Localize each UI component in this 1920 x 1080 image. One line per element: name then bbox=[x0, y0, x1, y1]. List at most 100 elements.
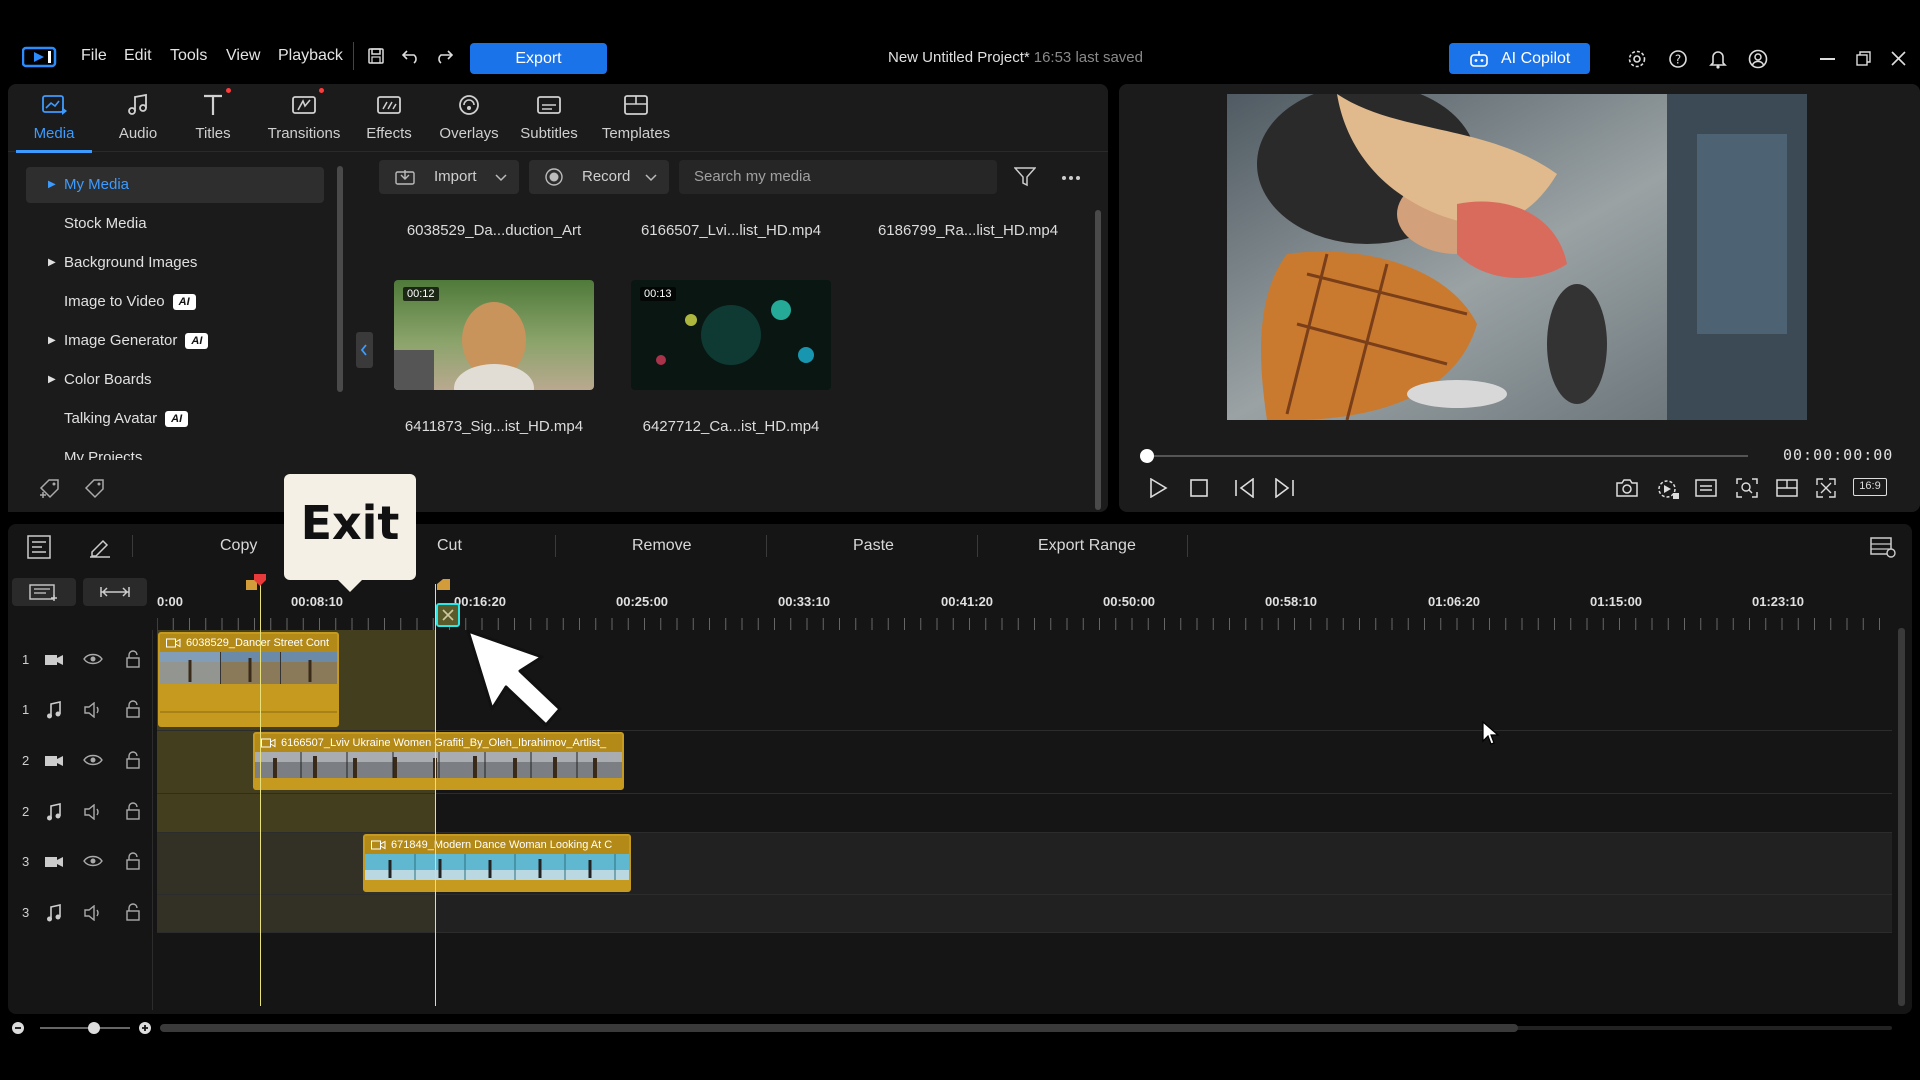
play-icon[interactable] bbox=[1148, 478, 1168, 498]
menu-tools[interactable]: Tools bbox=[170, 47, 207, 65]
lock-icon[interactable] bbox=[125, 852, 141, 870]
track-header-video-2: 2 bbox=[12, 741, 152, 781]
menu-playback[interactable]: Playback bbox=[278, 47, 343, 65]
media-file-name[interactable]: 6038529_Da...duction_Art bbox=[394, 222, 594, 239]
tree-item-talking-avatar[interactable]: Talking Avatar AI bbox=[26, 401, 324, 437]
timeline-vertical-scrollbar[interactable] bbox=[1898, 628, 1905, 1006]
snapshot-camera-icon[interactable] bbox=[1615, 478, 1639, 498]
previous-frame-icon[interactable] bbox=[1233, 478, 1255, 498]
undo-icon[interactable] bbox=[401, 48, 421, 64]
range-end-marker[interactable] bbox=[436, 578, 452, 592]
tree-item-stock-media[interactable]: Stock Media bbox=[26, 206, 324, 242]
tree-item-my-media[interactable]: ▶ My Media bbox=[26, 167, 324, 203]
redo-icon[interactable] bbox=[434, 48, 454, 64]
media-file-name[interactable]: 6411873_Sig...ist_HD.mp4 bbox=[394, 418, 594, 435]
add-track-button[interactable] bbox=[12, 578, 76, 606]
export-button[interactable]: Export bbox=[470, 43, 607, 74]
media-scrollbar[interactable] bbox=[1095, 210, 1101, 510]
tab-subtitles[interactable]: Subtitles bbox=[511, 84, 587, 152]
cut-button[interactable]: Cut bbox=[437, 537, 462, 555]
zoom-out-icon[interactable] bbox=[11, 1021, 25, 1035]
tree-item-color-boards[interactable]: ▶ Color Boards bbox=[26, 362, 324, 398]
restore-icon[interactable] bbox=[1856, 51, 1871, 66]
preview-scrubber-knob[interactable] bbox=[1140, 449, 1154, 463]
playhead-handle[interactable] bbox=[252, 572, 268, 588]
video-clip[interactable]: 671849_Modern Dance Woman Looking At C bbox=[363, 834, 631, 892]
lock-icon[interactable] bbox=[125, 751, 141, 769]
menu-view[interactable]: View bbox=[226, 47, 260, 65]
timeline-horizontal-scrollbar[interactable] bbox=[160, 1024, 1518, 1032]
aspect-ratio-button[interactable]: 16:9 bbox=[1853, 478, 1887, 496]
speaker-icon[interactable] bbox=[83, 804, 103, 820]
minimize-icon[interactable] bbox=[1820, 58, 1835, 60]
menu-edit[interactable]: Edit bbox=[124, 47, 152, 65]
subtitles-toggle-icon[interactable] bbox=[1695, 479, 1717, 497]
tab-effects[interactable]: Effects bbox=[351, 84, 427, 152]
lock-icon[interactable] bbox=[125, 650, 141, 668]
zoom-in-icon[interactable] bbox=[138, 1021, 152, 1035]
record-button[interactable]: Record bbox=[529, 160, 669, 194]
speaker-icon[interactable] bbox=[83, 905, 103, 921]
import-button[interactable]: Import bbox=[379, 160, 519, 194]
tree-item-background-images[interactable]: ▶ Background Images bbox=[26, 245, 324, 281]
help-icon[interactable]: ? bbox=[1668, 49, 1688, 69]
zoom-slider-knob[interactable] bbox=[88, 1022, 100, 1034]
lock-icon[interactable] bbox=[125, 802, 141, 820]
tree-item-image-generator[interactable]: ▶ Image Generator AI bbox=[26, 323, 324, 359]
eye-icon[interactable] bbox=[83, 854, 103, 868]
collapse-tree-button[interactable] bbox=[356, 332, 373, 368]
tree-scrollbar[interactable] bbox=[337, 166, 343, 392]
lock-icon[interactable] bbox=[125, 700, 141, 718]
tab-audio[interactable]: Audio bbox=[100, 84, 176, 152]
eye-icon[interactable] bbox=[83, 652, 103, 666]
media-file-name[interactable]: 6166507_Lvi...list_HD.mp4 bbox=[631, 222, 831, 239]
tab-templates[interactable]: Templates bbox=[593, 84, 679, 152]
tab-overlays[interactable]: Overlays bbox=[431, 84, 507, 152]
menu-file[interactable]: File bbox=[81, 47, 107, 65]
preview-scrubber-track[interactable] bbox=[1146, 455, 1748, 457]
paste-button[interactable]: Paste bbox=[853, 537, 894, 555]
lock-icon[interactable] bbox=[125, 903, 141, 921]
speaker-icon[interactable] bbox=[83, 702, 103, 718]
tree-item-image-to-video[interactable]: Image to Video AI bbox=[26, 284, 324, 320]
edit-tag-icon[interactable] bbox=[83, 477, 109, 499]
add-tag-icon[interactable] bbox=[38, 477, 64, 499]
timeline-view-icon[interactable] bbox=[27, 535, 51, 559]
settings-gear-icon[interactable] bbox=[1627, 49, 1647, 69]
bell-icon[interactable] bbox=[1709, 49, 1727, 69]
video-clip[interactable]: 6038529_Dancer Street Cont bbox=[158, 632, 339, 727]
ruler-label: 01:23:10 bbox=[1752, 594, 1805, 609]
stop-icon[interactable] bbox=[1190, 479, 1208, 497]
more-options-icon[interactable] bbox=[1061, 175, 1081, 181]
playhead-line[interactable] bbox=[260, 584, 261, 1006]
close-icon[interactable] bbox=[1891, 51, 1906, 66]
media-thumbnail[interactable]: 00:13 bbox=[631, 280, 831, 390]
range-end-line[interactable] bbox=[435, 584, 436, 1006]
filter-icon[interactable] bbox=[1014, 167, 1036, 187]
remove-button[interactable]: Remove bbox=[632, 537, 692, 555]
range-end-handle[interactable] bbox=[436, 603, 460, 627]
account-icon[interactable] bbox=[1748, 49, 1768, 69]
tab-titles[interactable]: Titles bbox=[175, 84, 251, 152]
save-icon[interactable] bbox=[367, 47, 385, 65]
pen-edit-icon[interactable] bbox=[88, 536, 112, 558]
ai-copilot-button[interactable]: AI Copilot bbox=[1449, 43, 1590, 74]
tab-media[interactable]: Media bbox=[16, 84, 92, 153]
media-file-name[interactable]: 6186799_Ra...list_HD.mp4 bbox=[868, 222, 1068, 239]
export-range-button[interactable]: Export Range bbox=[1038, 537, 1136, 555]
copy-button[interactable]: Copy bbox=[220, 537, 257, 555]
playback-settings-icon[interactable] bbox=[1656, 478, 1680, 500]
fullscreen-icon[interactable] bbox=[1816, 478, 1836, 498]
search-input[interactable]: Search my media bbox=[679, 160, 997, 194]
fit-timeline-button[interactable] bbox=[83, 578, 147, 606]
next-frame-icon[interactable] bbox=[1274, 478, 1296, 498]
split-view-icon[interactable] bbox=[1776, 479, 1798, 497]
zoom-slider-track[interactable] bbox=[40, 1027, 130, 1029]
media-thumbnail[interactable]: 00:12 bbox=[394, 280, 594, 390]
media-file-name[interactable]: 6427712_Ca...ist_HD.mp4 bbox=[631, 418, 831, 435]
timeline-settings-icon[interactable] bbox=[1870, 535, 1896, 559]
zoom-preview-icon[interactable] bbox=[1736, 478, 1758, 498]
eye-icon[interactable] bbox=[83, 753, 103, 767]
video-clip[interactable]: 6166507_Lviv Ukraine Women Grafiti_By_Ol… bbox=[253, 732, 624, 790]
tab-transitions[interactable]: Transitions bbox=[256, 84, 352, 152]
